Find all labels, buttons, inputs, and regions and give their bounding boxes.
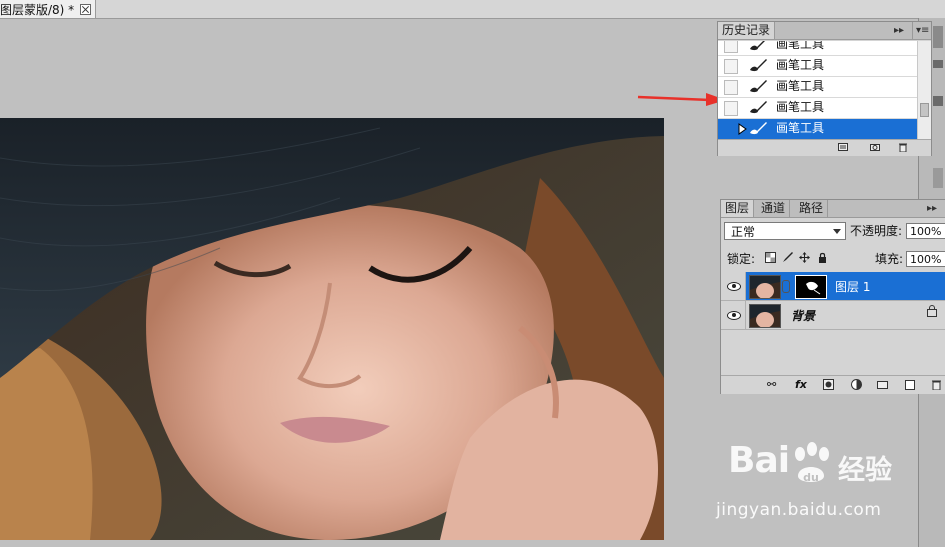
layer-thumbnail bbox=[749, 304, 781, 328]
snapshot-source-checkbox[interactable] bbox=[724, 80, 738, 95]
history-item-selected[interactable]: 画笔工具 bbox=[718, 119, 917, 139]
tab-paths[interactable]: 路径 bbox=[795, 200, 829, 217]
history-item-label: 画笔工具 bbox=[776, 79, 825, 93]
tab-history[interactable]: 历史记录 bbox=[718, 22, 776, 39]
lock-row: 锁定: 填充: 100% bbox=[724, 250, 945, 270]
watermark-brand-cn: 经验 bbox=[838, 455, 892, 486]
paw-logo-icon: du bbox=[795, 442, 829, 484]
new-layer-icon[interactable] bbox=[905, 379, 916, 390]
snapshot-source-checkbox[interactable] bbox=[724, 101, 738, 116]
history-item[interactable]: 画笔工具 bbox=[718, 41, 917, 56]
history-item-label: 画笔工具 bbox=[776, 41, 825, 51]
layer-name: 图层 1 bbox=[835, 280, 871, 294]
layers-panel-tabs: 图层 通道 路径 ▸▸ bbox=[721, 200, 945, 218]
lock-transparent-pixels-icon[interactable] bbox=[765, 252, 776, 263]
svg-text:du: du bbox=[803, 471, 819, 484]
document-image[interactable] bbox=[0, 118, 664, 540]
brush-icon bbox=[750, 80, 767, 93]
layer-row-layer-1[interactable]: 图层 1 bbox=[721, 272, 945, 301]
layer-thumbnail bbox=[749, 275, 781, 299]
new-document-from-state-icon[interactable] bbox=[838, 142, 848, 152]
trash-icon[interactable] bbox=[898, 142, 908, 152]
mask-icon[interactable] bbox=[823, 379, 834, 390]
lock-label: 锁定: bbox=[727, 252, 756, 266]
history-scrollbar[interactable] bbox=[917, 41, 931, 139]
document-tab[interactable]: 图层蒙版/8) * bbox=[0, 0, 97, 18]
dock-button[interactable] bbox=[933, 96, 943, 106]
lock-position-icon[interactable] bbox=[799, 252, 810, 263]
trash-icon[interactable] bbox=[931, 379, 942, 390]
link-icon[interactable]: ⚯ bbox=[767, 379, 776, 390]
brush-icon bbox=[750, 101, 767, 114]
history-item[interactable]: 画笔工具 bbox=[718, 77, 917, 98]
dock-button[interactable] bbox=[933, 60, 943, 68]
brush-icon bbox=[750, 122, 767, 135]
tab-layers[interactable]: 图层 bbox=[721, 200, 755, 217]
red-arrow-annotation bbox=[637, 93, 726, 106]
document-tab-title: 图层蒙版/8) * bbox=[0, 2, 75, 17]
lock-icon bbox=[927, 305, 937, 317]
fill-input[interactable]: 100% bbox=[906, 251, 945, 267]
layer-name: 背景 bbox=[791, 309, 816, 323]
snapshot-source-checkbox[interactable] bbox=[724, 59, 738, 74]
history-panel-tabs: 历史记录 ▸▸ ▾≡ bbox=[718, 22, 931, 40]
dock-button[interactable] bbox=[933, 168, 943, 188]
lock-image-pixels-icon[interactable] bbox=[782, 252, 793, 263]
blend-mode-value: 正常 bbox=[731, 225, 756, 239]
scrollbar-thumb[interactable] bbox=[920, 103, 929, 117]
canvas-area[interactable] bbox=[0, 19, 718, 547]
portrait-photo bbox=[0, 118, 664, 540]
layer-row-background[interactable]: 背景 bbox=[721, 301, 945, 330]
document-tab-bar: 图层蒙版/8) * bbox=[0, 0, 945, 19]
eye-icon bbox=[727, 282, 741, 291]
watermark-brand: Bai bbox=[728, 440, 790, 481]
visibility-toggle[interactable] bbox=[721, 272, 746, 300]
visibility-toggle[interactable] bbox=[721, 301, 746, 329]
panel-menu-icon[interactable]: ▾≡ bbox=[912, 22, 929, 39]
lock-all-icon[interactable] bbox=[817, 252, 828, 263]
fill-label: 填充: bbox=[875, 252, 904, 266]
blend-mode-select[interactable]: 正常 bbox=[724, 222, 846, 240]
adjustment-icon[interactable] bbox=[851, 379, 862, 390]
chevron-down-icon bbox=[833, 229, 841, 234]
collapse-icon[interactable]: ▸▸ bbox=[894, 22, 904, 39]
brush-icon bbox=[750, 41, 765, 51]
opacity-input[interactable]: 100% bbox=[906, 223, 945, 239]
history-item-label: 画笔工具 bbox=[776, 100, 825, 114]
history-footer bbox=[718, 139, 931, 156]
history-item-label: 画笔工具 bbox=[776, 58, 825, 72]
snapshot-icon[interactable] bbox=[870, 142, 880, 152]
snapshot-source-checkbox[interactable] bbox=[724, 41, 738, 53]
brush-icon bbox=[750, 59, 767, 72]
baidu-jingyan-watermark: Bai du 经验 jingyan.baidu.com bbox=[716, 440, 916, 530]
group-folder-icon[interactable] bbox=[877, 379, 888, 390]
layer-mask-thumbnail[interactable] bbox=[795, 275, 827, 299]
tab-channels[interactable]: 通道 bbox=[757, 200, 791, 217]
mask-link-icon[interactable] bbox=[782, 280, 790, 293]
fx-icon[interactable]: fx bbox=[795, 379, 807, 390]
blend-opacity-row: 正常 不透明度: 100% bbox=[724, 222, 945, 244]
history-item[interactable]: 画笔工具 bbox=[718, 56, 917, 77]
layers-panel: 图层 通道 路径 ▸▸ 正常 不透明度: 100% 锁定: 填充: 100% 图… bbox=[720, 199, 945, 394]
dock-button[interactable] bbox=[933, 26, 943, 48]
watermark-url: jingyan.baidu.com bbox=[716, 500, 882, 520]
history-panel: 历史记录 ▸▸ ▾≡ 画笔工具 画笔工具 画笔工具 画笔工具 画笔工具 bbox=[717, 21, 932, 156]
layer-list[interactable]: 图层 1 背景 bbox=[721, 272, 945, 374]
history-item-label: 画笔工具 bbox=[776, 121, 825, 135]
layers-footer: ⚯ fx bbox=[721, 375, 945, 394]
history-list[interactable]: 画笔工具 画笔工具 画笔工具 画笔工具 画笔工具 bbox=[718, 41, 917, 139]
opacity-label: 不透明度: bbox=[850, 224, 903, 238]
close-icon[interactable] bbox=[80, 3, 92, 15]
collapse-icon[interactable]: ▸▸ bbox=[927, 200, 937, 217]
history-state-pointer-icon bbox=[738, 123, 747, 135]
eye-icon bbox=[727, 311, 741, 320]
history-item[interactable]: 画笔工具 bbox=[718, 98, 917, 119]
